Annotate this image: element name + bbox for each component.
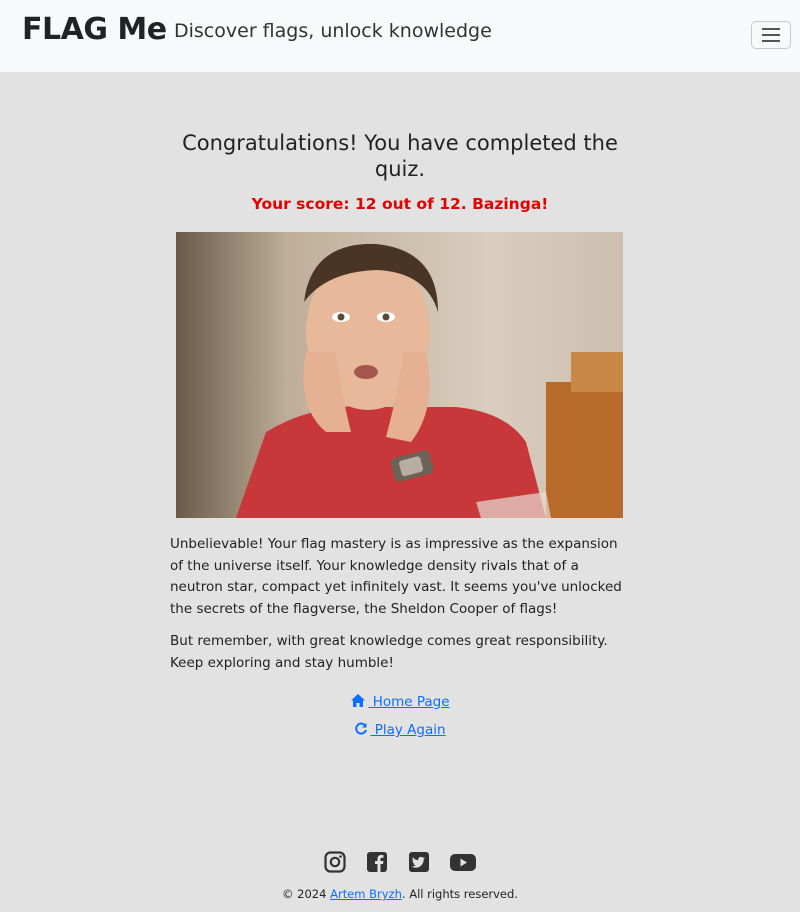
instagram-icon[interactable] <box>323 850 347 874</box>
copyright-prefix: © 2024 <box>282 887 331 901</box>
copyright-suffix: . All rights reserved. <box>401 887 518 901</box>
navbar: FLAG Me Discover flags, unlock knowledge <box>0 0 800 72</box>
congrats-paragraph: Unbelievable! Your flag mastery is as im… <box>170 536 622 617</box>
refresh-icon <box>355 722 368 735</box>
hamburger-icon-line <box>762 34 780 36</box>
youtube-icon[interactable] <box>449 850 477 874</box>
hamburger-icon-line <box>762 40 780 42</box>
author-link[interactable]: Artem Bryzh <box>330 887 402 901</box>
result-photo <box>176 232 623 518</box>
twitter-icon[interactable] <box>407 850 431 874</box>
advice-paragraph: But remember, with great knowledge comes… <box>170 633 608 671</box>
brand-logo[interactable]: FLAG Me <box>22 12 167 47</box>
hamburger-icon <box>762 28 780 30</box>
facebook-icon[interactable] <box>365 850 389 874</box>
home-icon <box>351 694 366 707</box>
tagline: Discover flags, unlock knowledge <box>174 20 492 42</box>
play-again-link[interactable]: Play Again <box>300 722 500 738</box>
home-page-link[interactable]: Home Page <box>300 693 500 710</box>
score-text: Your score: 12 out of 12. Bazinga! <box>251 195 549 213</box>
menu-toggle-button[interactable] <box>751 21 791 49</box>
social-links <box>0 850 800 874</box>
play-again-label: Play Again <box>370 722 446 738</box>
footer-copyright: © 2024 Artem Bryzh. All rights reserved. <box>0 887 800 901</box>
home-page-label: Home Page <box>368 694 450 710</box>
completion-title: Congratulations! You have completed the … <box>182 131 618 181</box>
